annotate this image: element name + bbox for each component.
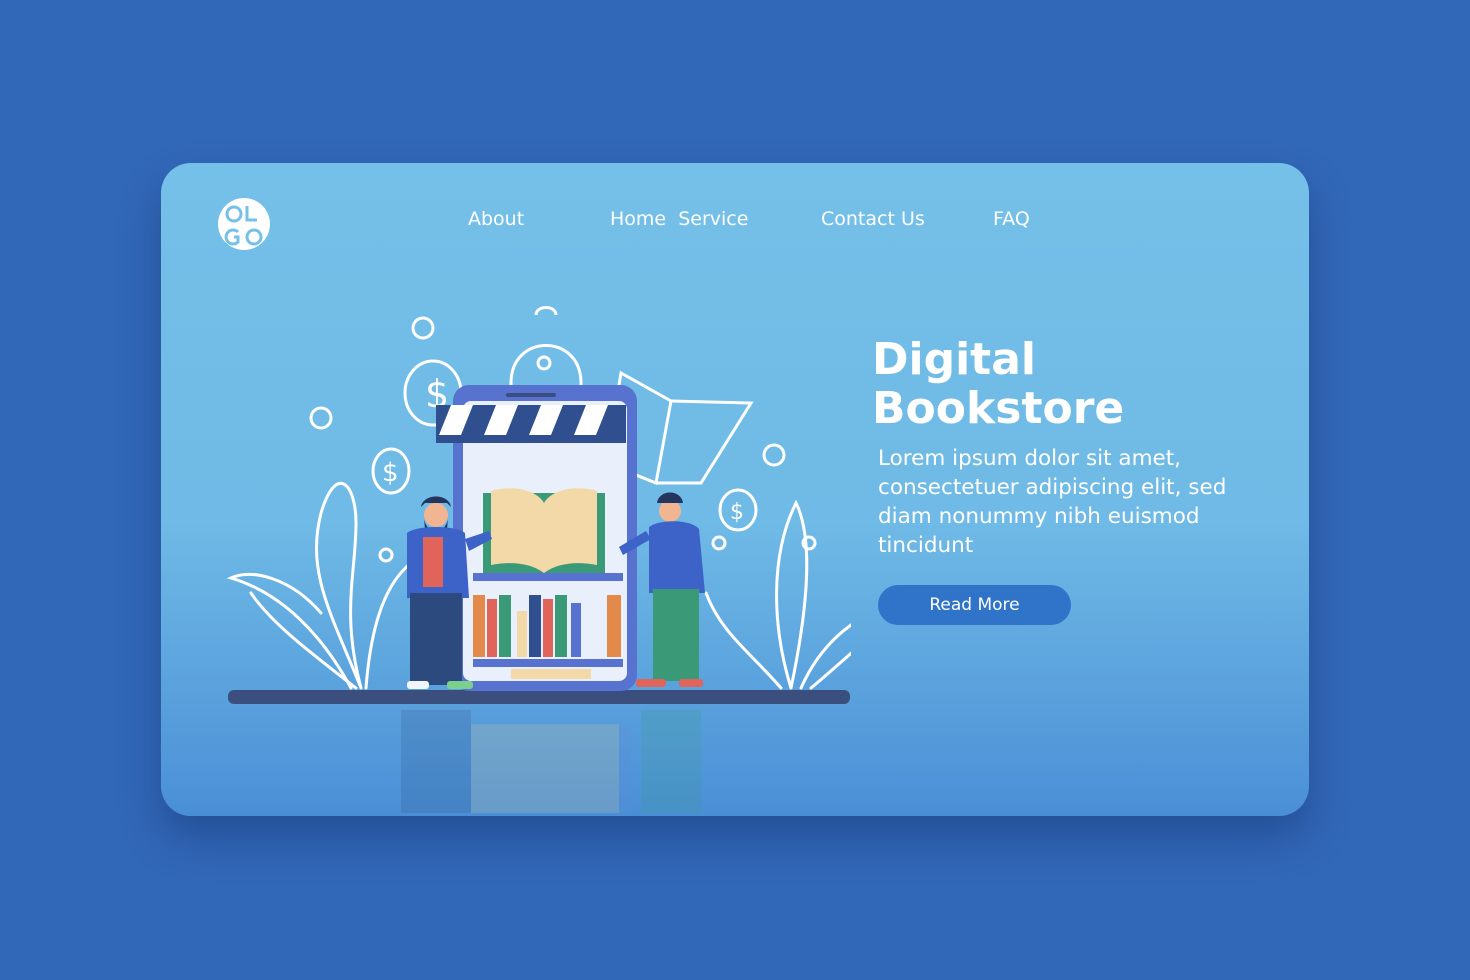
hero-title-line1: Digital [872,334,1036,385]
hero-title: Digital Bookstore [872,335,1232,433]
nav-faq[interactable]: FAQ [993,208,1030,230]
landing-card: About Home Service Contact Us FAQ $ $ $ … [161,163,1309,816]
hero-illustration: $ $ $ [226,306,851,813]
read-more-button[interactable]: Read More [878,585,1071,625]
hero-description: Lorem ipsum dolor sit amet, consectetuer… [878,446,1227,558]
ground-bar [228,690,850,704]
plant-right-icon [704,499,851,690]
logo-icon[interactable] [217,197,271,251]
nav-contact-us[interactable]: Contact Us [821,208,925,230]
illustration-reflection [401,709,701,813]
dollar-icon: $ [730,500,744,525]
hero-title-line2: Bookstore [872,383,1125,434]
dollar-icon: $ [382,458,399,488]
phone-storefront [436,385,637,691]
nav-about[interactable]: About [468,208,524,230]
nav-home-service[interactable]: Home Service [610,208,748,230]
plant-left-icon [226,482,413,690]
